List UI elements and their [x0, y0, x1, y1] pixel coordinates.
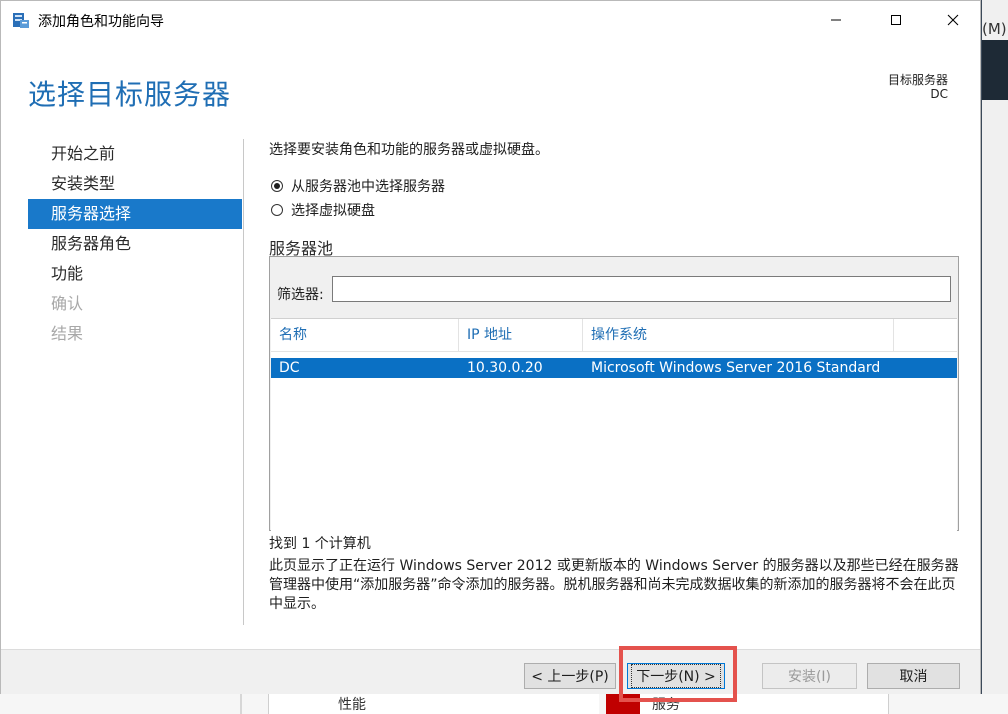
- nav-divider: [243, 139, 244, 625]
- background-app-bottom: 性能 服务: [0, 694, 1008, 714]
- column-header-ip[interactable]: IP 地址: [459, 319, 583, 351]
- server-manager-icon: [13, 13, 29, 28]
- window-title: 添加角色和功能向导: [38, 14, 164, 30]
- background-app-strip: (M): [982, 0, 1008, 714]
- background-dark-panel: [982, 40, 1008, 100]
- previous-button[interactable]: < 上一步(P): [524, 663, 616, 689]
- wizard-steps-nav: 开始之前 安装类型 服务器选择 服务器角色 功能 确认 结果: [28, 139, 242, 349]
- previous-button-label: < 上一步(P): [531, 669, 609, 685]
- server-list[interactable]: 名称 IP 地址 操作系统 DC 10.30.0.20 Microsoft Wi…: [271, 318, 957, 531]
- cancel-button-label: 取消: [899, 669, 928, 685]
- nav-item-installation-type[interactable]: 安装类型: [28, 169, 242, 199]
- instruction-text: 选择要安装角色和功能的服务器或虚拟硬盘。: [269, 142, 549, 158]
- radio-vhd-label: 选择虚拟硬盘: [291, 203, 375, 219]
- row-os-cell: Microsoft Windows Server 2016 Standard: [591, 360, 881, 376]
- wizard-dialog: 添加角色和功能向导 选择目标服务器 目标服务器 DC 开始之前 安装类型 服务器…: [0, 0, 981, 694]
- nav-item-features[interactable]: 功能: [28, 259, 242, 289]
- background-services-label: 服务: [652, 697, 680, 713]
- column-header-name[interactable]: 名称: [271, 319, 459, 351]
- background-menu-text: (M): [982, 20, 1007, 38]
- nav-item-confirmation: 确认: [51, 294, 84, 313]
- close-button[interactable]: [930, 1, 976, 39]
- found-count-text: 找到 1 个计算机: [269, 536, 371, 552]
- nav-item-server-roles[interactable]: 服务器角色: [28, 229, 242, 259]
- wizard-footer: < 上一步(P) 下一步(N) > 安装(I) 取消: [1, 649, 980, 694]
- close-icon: [947, 14, 959, 26]
- next-button-label: 下一步(N) >: [631, 664, 721, 688]
- radio-select-vhd[interactable]: 选择虚拟硬盘: [271, 200, 375, 220]
- server-list-header: 名称 IP 地址 操作系统: [271, 319, 957, 352]
- radio-unchecked-icon: [271, 204, 283, 216]
- destination-server-label: 目标服务器: [887, 73, 948, 87]
- page-title: 选择目标服务器: [28, 78, 232, 111]
- next-button[interactable]: 下一步(N) >: [627, 663, 725, 689]
- maximize-icon: [891, 15, 901, 25]
- minimize-icon: [831, 19, 841, 21]
- radio-checked-icon: [271, 180, 283, 192]
- nav-item-before-you-begin[interactable]: 开始之前: [28, 139, 242, 169]
- destination-server-value: DC: [930, 87, 948, 101]
- title-bar[interactable]: 添加角色和功能向导: [1, 1, 980, 39]
- install-button: 安装(I): [762, 663, 857, 689]
- row-ip-cell: 10.30.0.20: [467, 360, 543, 376]
- wizard-header: 选择目标服务器 目标服务器 DC: [1, 39, 980, 135]
- background-divider: [240, 694, 242, 714]
- background-performance-label: 性能: [338, 697, 366, 713]
- table-row[interactable]: DC 10.30.0.20 Microsoft Windows Server 2…: [271, 358, 957, 378]
- background-tile-left: [268, 694, 599, 714]
- install-button-label: 安装(I): [787, 669, 832, 685]
- server-pool-box: 筛选器: 名称 IP 地址 操作系统 DC 10.30.0.20 Microso…: [269, 256, 959, 531]
- minimize-button[interactable]: [813, 1, 859, 39]
- radio-select-from-pool[interactable]: 从服务器池中选择服务器: [271, 176, 445, 196]
- column-header-os[interactable]: 操作系统: [583, 319, 894, 351]
- cancel-button[interactable]: 取消: [867, 663, 960, 689]
- row-name-cell: DC: [279, 360, 300, 376]
- description-text: 此页显示了正在运行 Windows Server 2012 或更新版本的 Win…: [269, 558, 959, 612]
- nav-item-results: 结果: [51, 324, 84, 343]
- background-red-tile: [606, 694, 640, 714]
- maximize-button[interactable]: [873, 1, 919, 39]
- radio-pool-label: 从服务器池中选择服务器: [291, 179, 445, 195]
- filter-input[interactable]: [332, 276, 951, 302]
- nav-item-server-selection[interactable]: 服务器选择: [28, 199, 242, 229]
- filter-label: 筛选器:: [277, 287, 324, 303]
